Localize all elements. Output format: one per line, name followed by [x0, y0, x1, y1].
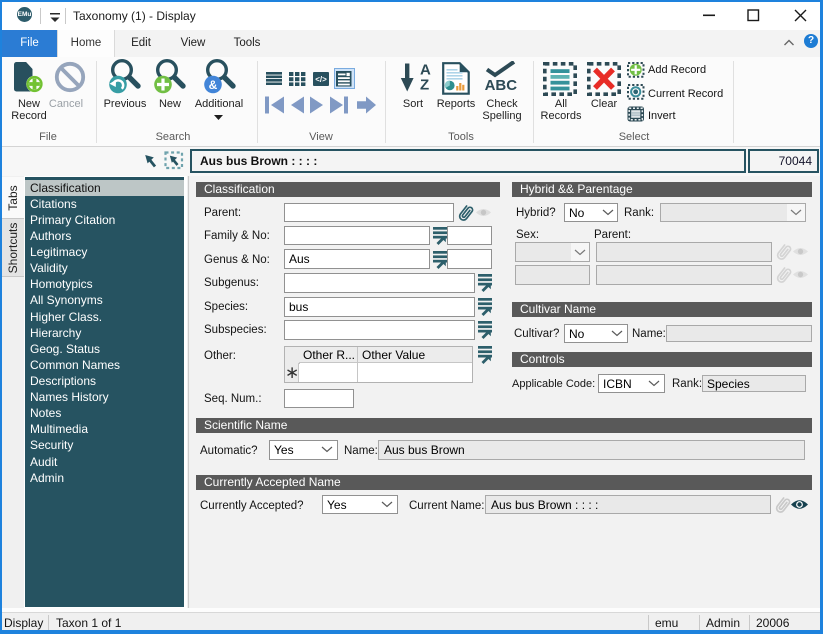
svg-text:</>: </>	[315, 75, 327, 84]
svg-text:ABC: ABC	[485, 77, 517, 93]
svg-text:&: &	[209, 78, 218, 92]
svg-text:Z: Z	[420, 76, 429, 93]
